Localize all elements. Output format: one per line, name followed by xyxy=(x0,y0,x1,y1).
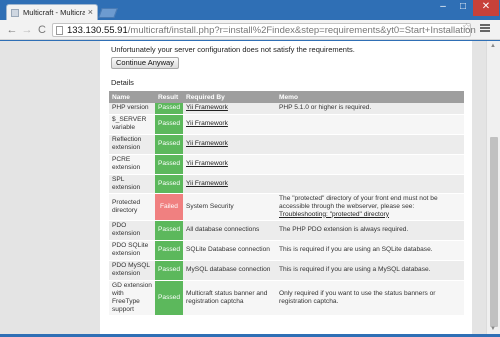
memo-cell xyxy=(276,134,464,155)
memo-text: The "protected" directory of your front … xyxy=(279,194,438,210)
url-path: /multicraft/install.php?r=install%2Finde… xyxy=(127,25,476,36)
requirement-name: PDO SQLite extension xyxy=(109,240,155,261)
maximize-button[interactable]: □ xyxy=(453,0,473,16)
result-badge: Passed xyxy=(155,260,183,281)
result-badge: Passed xyxy=(155,220,183,241)
result-badge: Passed xyxy=(155,103,183,115)
requirement-name: GD extension with FreeType support xyxy=(109,280,155,316)
requirement-name: PHP version xyxy=(109,103,155,115)
header-result: Result xyxy=(155,91,183,103)
requirement-name: SPL extension xyxy=(109,174,155,194)
required-by-cell: System Security xyxy=(183,193,276,221)
header-memo: Memo xyxy=(276,91,464,103)
page-favicon-icon xyxy=(11,9,19,17)
forward-button[interactable]: → xyxy=(19,22,35,38)
required-by-cell: Yii Framework xyxy=(183,103,276,115)
memo-text: PHP 5.1.0 or higher is required. xyxy=(279,104,372,112)
back-button[interactable]: ← xyxy=(4,22,20,38)
scrollbar-thumb[interactable] xyxy=(490,137,498,327)
table-row: PDO extension Passed All database connecti… xyxy=(109,220,464,241)
memo-text: This is required if you are using a MySQ… xyxy=(279,266,431,273)
browser-toolbar: ← → C 133.130.55.91/multicraft/install.p… xyxy=(0,20,500,40)
vertical-scrollbar[interactable]: ▲ ▼ xyxy=(486,41,500,334)
requirements-table: Name Result Required By Memo PHP version… xyxy=(109,91,464,316)
table-row: GD extension with FreeType support Passed… xyxy=(109,280,464,316)
requirement-name: PCRE extension xyxy=(109,154,155,175)
result-badge: Failed xyxy=(155,193,183,221)
browser-menu-icon[interactable] xyxy=(479,23,491,35)
requirement-name: Protected directory xyxy=(109,193,155,221)
browser-window: Multicraft - Multicraft I × – □ ✕ ← → C … xyxy=(0,0,500,337)
required-by-cell: SQLite Database connection xyxy=(183,240,276,261)
tab-title: Multicraft - Multicraft I xyxy=(23,8,85,17)
result-badge: Passed xyxy=(155,114,183,135)
requirement-name: PDO extension xyxy=(109,220,155,241)
table-header-row: Name Result Required By Memo xyxy=(109,91,464,103)
required-by-link[interactable]: Yii Framework xyxy=(186,104,228,111)
page-viewport: Unfortunately your server configuration … xyxy=(0,41,486,334)
memo-cell: The "protected" directory of your front … xyxy=(276,193,464,221)
scroll-down-icon[interactable]: ▼ xyxy=(490,326,496,332)
header-required-by: Required By xyxy=(183,91,276,103)
table-row: $_SERVER variable Passed Yii Framework xyxy=(109,114,464,135)
memo-cell xyxy=(276,114,464,135)
tab-close-icon[interactable]: × xyxy=(88,7,93,17)
requirements-message: Unfortunately your server configuration … xyxy=(111,45,355,54)
close-window-button[interactable]: ✕ xyxy=(473,0,499,16)
memo-cell: PHP 5.1.0 or higher is required. xyxy=(276,103,464,115)
table-row: PHP version Passed Yii Framework PHP 5.1.0 … xyxy=(109,103,464,115)
page-icon xyxy=(56,26,63,35)
table-row: PCRE extension Passed Yii Framework xyxy=(109,154,464,175)
table-row: Protected directory Failed System Security… xyxy=(109,193,464,221)
bookmark-star-icon[interactable]: ☆ xyxy=(462,22,471,33)
details-heading: Details xyxy=(111,78,134,87)
result-badge: Passed xyxy=(155,240,183,261)
memo-text: This is required if you are using an SQL… xyxy=(279,246,433,253)
required-by-link[interactable]: Yii Framework xyxy=(186,180,228,187)
requirement-name: $_SERVER variable xyxy=(109,114,155,135)
memo-cell xyxy=(276,174,464,194)
page-content: Unfortunately your server configuration … xyxy=(100,41,472,334)
memo-cell: This is required if you are using an SQL… xyxy=(276,240,464,261)
memo-text: Only required if you want to use the sta… xyxy=(279,289,436,305)
table-row: PDO MySQL extension Passed MySQL database … xyxy=(109,260,464,281)
required-by-cell: All database connections xyxy=(183,220,276,241)
table-row: PDO SQLite extension Passed SQLite Databas… xyxy=(109,240,464,261)
result-badge: Passed xyxy=(155,154,183,175)
memo-cell xyxy=(276,154,464,175)
memo-cell: Only required if you want to use the sta… xyxy=(276,280,464,316)
table-row: Reflection extension Passed Yii Framework xyxy=(109,134,464,155)
minimize-button[interactable]: – xyxy=(433,0,453,16)
reload-button[interactable]: C xyxy=(34,22,50,38)
url-host: 133.130.55.91 xyxy=(67,25,128,36)
required-by-cell: Yii Framework xyxy=(183,154,276,175)
required-by-cell: Yii Framework xyxy=(183,134,276,155)
continue-anyway-button[interactable]: Continue Anyway xyxy=(111,57,179,69)
requirement-name: Reflection extension xyxy=(109,134,155,155)
result-badge: Passed xyxy=(155,280,183,316)
required-by-cell: Yii Framework xyxy=(183,174,276,194)
required-by-cell: Multicraft status banner and registratio… xyxy=(183,280,276,316)
result-badge: Passed xyxy=(155,134,183,155)
requirement-name: PDO MySQL extension xyxy=(109,260,155,281)
required-by-link[interactable]: Yii Framework xyxy=(186,140,228,147)
required-by-link[interactable]: Yii Framework xyxy=(186,160,228,167)
new-tab-button[interactable] xyxy=(98,8,118,18)
url-text: 133.130.55.91/multicraft/install.php?r=i… xyxy=(67,25,476,36)
troubleshooting-link[interactable]: Troubleshooting: "protected" directory xyxy=(279,211,389,218)
result-badge: Passed xyxy=(155,174,183,194)
header-name: Name xyxy=(109,91,155,103)
required-by-link[interactable]: Yii Framework xyxy=(186,120,228,127)
scroll-up-icon[interactable]: ▲ xyxy=(490,43,496,49)
requirements-table-body: PHP version Passed Yii Framework PHP 5.1.0 … xyxy=(109,103,464,316)
address-bar[interactable]: 133.130.55.91/multicraft/install.php?r=i… xyxy=(52,23,476,37)
title-bar: Multicraft - Multicraft I × – □ ✕ xyxy=(0,0,500,21)
memo-cell: This is required if you are using a MySQ… xyxy=(276,260,464,281)
table-row: SPL extension Passed Yii Framework xyxy=(109,174,464,194)
memo-text: The PHP PDO extension is always required… xyxy=(279,226,409,233)
browser-tab[interactable]: Multicraft - Multicraft I × xyxy=(6,4,98,21)
memo-cell: The PHP PDO extension is always required… xyxy=(276,220,464,241)
required-by-cell: MySQL database connection xyxy=(183,260,276,281)
required-by-cell: Yii Framework xyxy=(183,114,276,135)
